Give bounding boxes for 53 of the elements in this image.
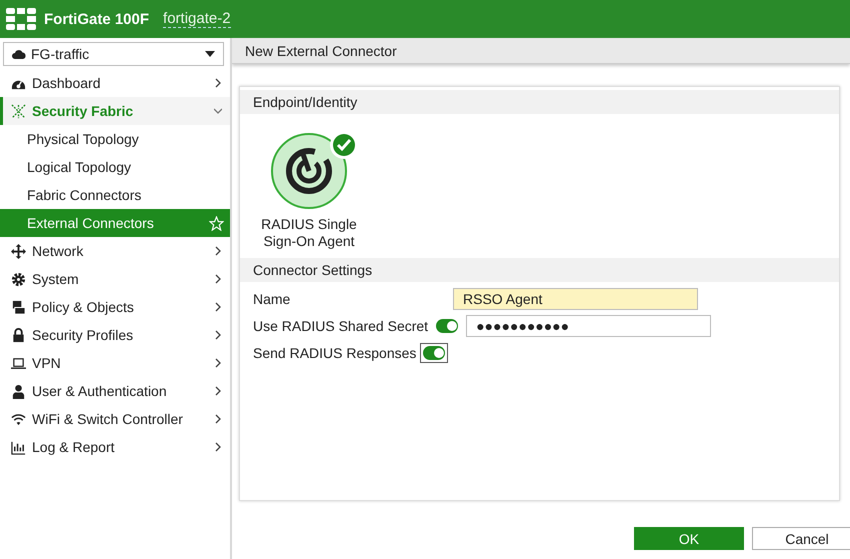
arrows-icon — [11, 244, 26, 258]
user-icon — [11, 384, 26, 398]
chevron-icon — [214, 246, 222, 256]
logo-icon — [6, 8, 36, 30]
text-field[interactable]: RSSO Agent — [453, 288, 698, 310]
menu-item[interactable]: System — [0, 265, 230, 293]
chevron-icon — [214, 358, 222, 368]
section-header: Connector Settings — [240, 258, 839, 282]
bar-chart-icon — [11, 440, 26, 454]
submenu-item[interactable]: External Connectors — [0, 209, 230, 237]
menu-item[interactable]: Policy & Objects — [0, 293, 230, 321]
menu-item[interactable]: WiFi & Switch Controller — [0, 405, 230, 433]
page-title: New External Connector — [232, 38, 850, 64]
chevron-icon — [214, 330, 222, 340]
submenu-item[interactable]: Physical Topology — [0, 125, 230, 153]
menu-item[interactable]: Log & Report — [0, 433, 230, 461]
document-icon — [11, 300, 26, 314]
field-label: Name — [253, 291, 292, 307]
gear-icon — [11, 272, 26, 286]
field-label: Send RADIUS Responses — [253, 345, 415, 361]
menu-item[interactable]: Security Profiles — [0, 321, 230, 349]
chevron-icon — [214, 442, 222, 452]
chevron-icon — [214, 302, 222, 312]
chevron-icon — [214, 386, 222, 396]
cancel-button[interactable]: Cancel — [752, 527, 850, 550]
menu-item[interactable]: VPN — [0, 349, 230, 377]
fabric-icon — [11, 104, 26, 118]
submenu-item[interactable]: Fabric Connectors — [0, 181, 230, 209]
chevron-icon — [214, 414, 222, 424]
chevron-icon — [214, 78, 222, 88]
ok-button[interactable]: OK — [634, 527, 744, 550]
menu-item[interactable]: User & Authentication — [0, 377, 230, 405]
connector-tile[interactable]: RADIUS Single Sign-On Agent — [254, 128, 364, 250]
star-icon[interactable] — [209, 216, 224, 230]
section-header: Endpoint/Identity — [240, 90, 839, 114]
menu-item[interactable]: Dashboard — [0, 69, 230, 97]
laptop-icon — [11, 356, 26, 370]
menu-item[interactable]: Security Fabric — [0, 97, 230, 125]
field-label: Use RADIUS Shared Secret — [253, 318, 428, 334]
text-field[interactable]: ●●●●●●●●●●● — [466, 315, 712, 337]
toggle-switch[interactable] — [420, 343, 448, 363]
chevron-icon — [214, 106, 222, 116]
submenu-item[interactable]: Logical Topology — [0, 153, 230, 181]
hostname-link[interactable]: fortigate-2 — [163, 10, 231, 28]
connector-label: RADIUS Single Sign-On Agent — [260, 216, 358, 250]
caret-icon — [205, 51, 215, 57]
wifi-icon — [11, 412, 26, 426]
cloud-icon — [12, 48, 26, 60]
menu-item[interactable]: Network — [0, 237, 230, 265]
product-name: FortiGate 100F — [44, 10, 150, 28]
vdom-dropdown[interactable]: FG-traffic — [3, 42, 224, 66]
chevron-icon — [214, 274, 222, 284]
lock-icon — [11, 328, 26, 342]
